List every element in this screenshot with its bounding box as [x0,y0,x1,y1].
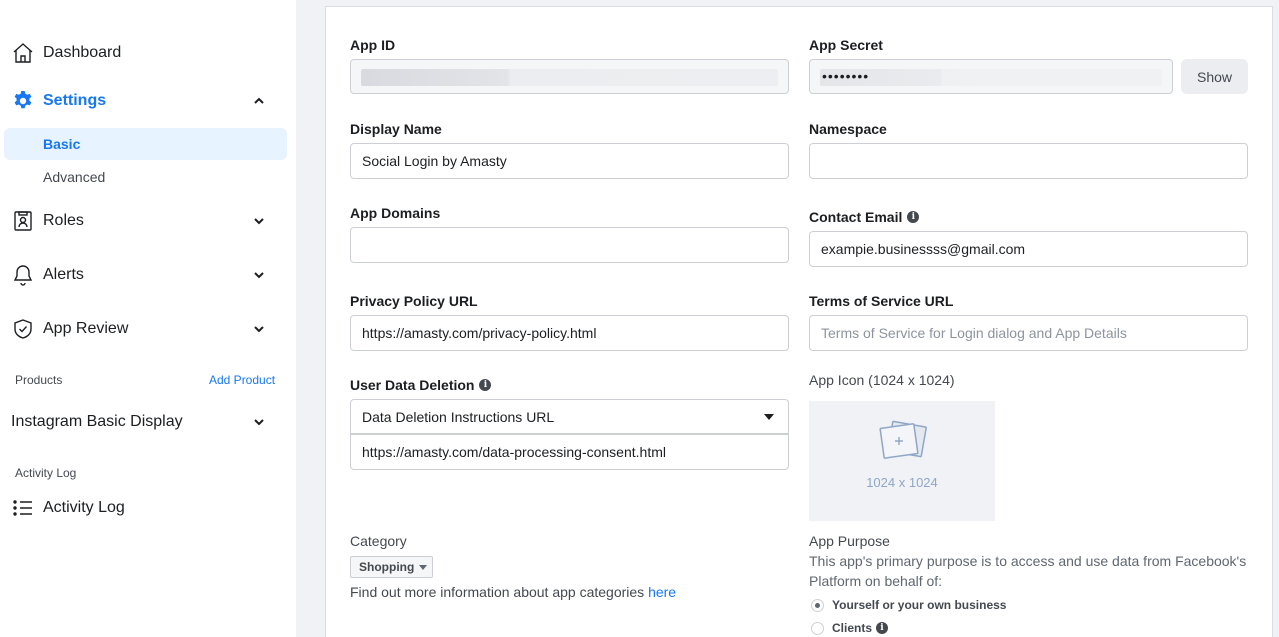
products-section-label: Products [15,373,63,387]
display-name-input[interactable] [350,143,789,179]
app-icon-size-text: 1024 x 1024 [866,475,938,490]
caret-down-icon [419,564,428,570]
shield-check-icon [11,317,35,341]
terms-of-service-url-label: Terms of Service URL [809,293,954,309]
roles-icon [11,209,35,233]
privacy-policy-url-input[interactable] [350,315,789,351]
user-data-deletion-selected: Data Deletion Instructions URL [362,408,555,425]
sidebar-item-alerts[interactable]: Alerts [0,255,296,295]
chevron-down-icon [251,213,267,229]
sidebar-item-instagram-basic-display[interactable]: Instagram Basic Display [0,402,296,442]
sidebar-item-label: App Review [43,320,129,337]
app-icon-label: App Icon (1024 x 1024) [809,372,955,388]
contact-email-label: Contact Email [809,209,903,225]
add-product-link[interactable]: Add Product [209,373,275,387]
sidebar-item-label: Dashboard [43,44,122,61]
radio-unselected[interactable] [811,621,824,635]
sidebar-item-activity-log[interactable]: Activity Log [0,488,296,528]
user-data-deletion-label-row: User Data Deletion i [350,377,492,393]
app-secret-redacted [820,69,1162,86]
app-icon-upload[interactable]: 1024 x 1024 [809,401,995,521]
purpose-option-own-business[interactable]: Yourself or your own business [811,598,1006,612]
category-label: Category [350,533,407,549]
sidebar-item-label: Roles [43,212,84,229]
home-icon [11,41,35,65]
chevron-down-icon [251,267,267,283]
contact-email-input[interactable] [809,231,1248,267]
sidebar-item-advanced[interactable]: Advanced [4,161,287,193]
purpose-option-label: Yourself or your own business [832,598,1007,612]
app-purpose-description: This app's primary purpose is to access … [809,553,1247,589]
info-icon[interactable]: i [479,379,492,391]
sidebar-item-label: Basic [43,136,81,152]
sidebar-item-dashboard[interactable]: Dashboard [0,33,296,73]
app-domains-label: App Domains [350,205,441,221]
sidebar-item-label: Settings [43,92,107,109]
chevron-down-icon [251,414,267,430]
purpose-option-clients[interactable]: Clients i [811,621,889,635]
data-deletion-url-input[interactable] [350,434,789,470]
user-data-deletion-select[interactable]: Data Deletion Instructions URL [350,399,789,434]
gear-icon [11,89,35,113]
terms-of-service-url-input[interactable] [809,315,1248,351]
chevron-down-icon [251,321,267,337]
info-icon[interactable]: i [907,211,920,223]
sidebar-item-roles[interactable]: Roles [0,201,296,241]
category-help-text: Find out more information about app cate… [350,584,649,600]
sidebar-item-basic[interactable]: Basic [4,128,287,160]
privacy-policy-url-label: Privacy Policy URL [350,293,478,309]
bell-icon [11,263,35,287]
category-select[interactable]: Shopping [350,556,433,578]
user-data-deletion-label: User Data Deletion [350,377,475,393]
caret-down-icon [764,414,774,420]
sidebar-item-label: Instagram Basic Display [11,413,183,430]
namespace-label: Namespace [809,121,887,137]
radio-selected[interactable] [811,598,824,612]
info-icon[interactable]: i [876,622,889,634]
activity-log-section-label: Activity Log [15,466,77,480]
chevron-up-icon [251,93,267,109]
category-help: Find out more information about app cate… [350,584,676,600]
sidebar-item-label: Advanced [43,169,106,185]
sidebar-item-label: Activity Log [43,499,125,516]
app-purpose-label: App Purpose [809,533,890,549]
display-name-label: Display Name [350,121,442,137]
app-id-redacted [361,69,778,86]
app-id-field[interactable] [350,59,789,94]
contact-email-label-row: Contact Email i [809,209,920,225]
sidebar: Dashboard Settings Basic Advanced Roles … [0,0,296,637]
sidebar-item-label: Alerts [43,266,84,283]
app-domains-input[interactable] [350,227,789,263]
list-icon [11,496,35,520]
category-selected: Shopping [359,560,415,574]
image-placeholder-icon [879,420,927,459]
category-help-link[interactable]: here [648,584,676,600]
app-secret-value: •••••••• [822,68,870,84]
app-id-label: App ID [350,37,396,53]
sidebar-item-app-review[interactable]: App Review [0,309,296,349]
namespace-input[interactable] [809,143,1248,179]
sidebar-item-settings[interactable]: Settings [0,81,296,121]
app-secret-field[interactable]: •••••••• [809,59,1173,94]
purpose-option-label: Clients [832,621,873,635]
app-secret-label: App Secret [809,37,883,53]
show-secret-button[interactable]: Show [1181,59,1248,94]
